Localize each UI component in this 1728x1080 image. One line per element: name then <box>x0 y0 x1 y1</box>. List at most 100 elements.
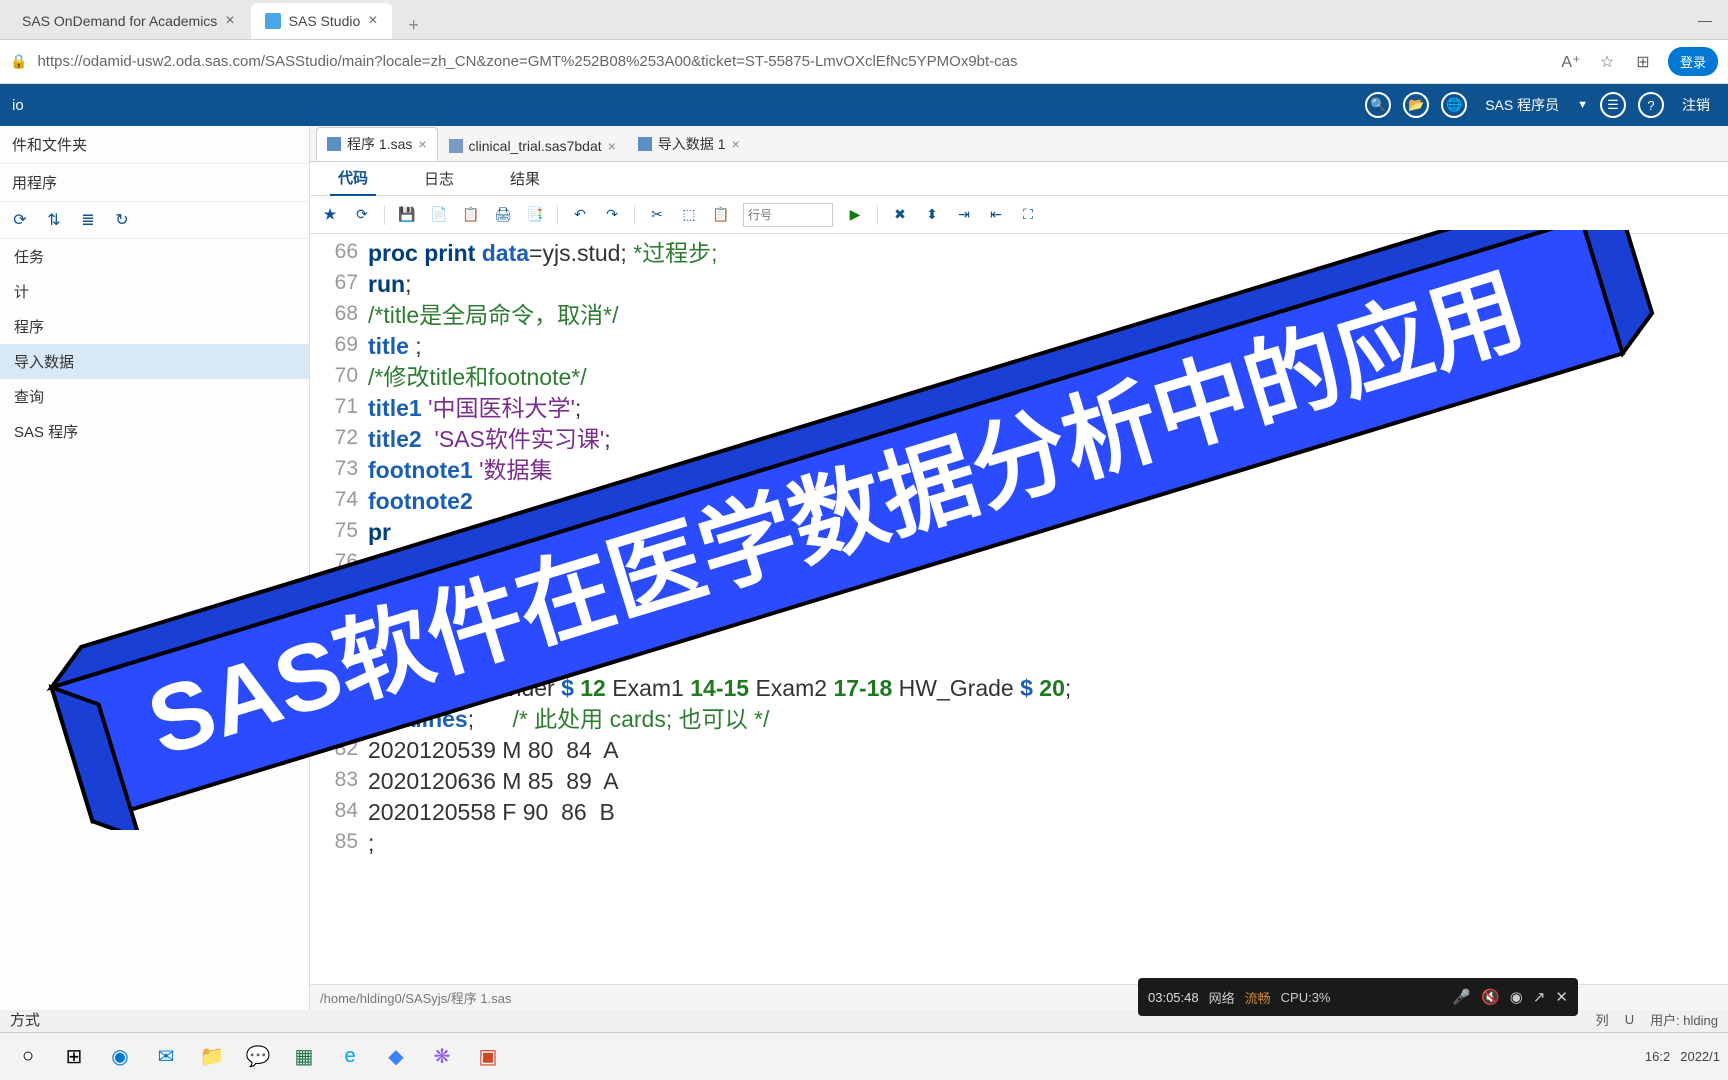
sidebar-item-tasks[interactable]: 任务 <box>0 239 309 274</box>
code-line[interactable]: 75pr <box>310 517 1728 548</box>
search-icon[interactable]: 🔍 <box>1365 92 1391 118</box>
sidebar-item-import[interactable]: 导入数据 <box>0 344 309 379</box>
submit-icon[interactable]: ⟳ <box>352 205 372 225</box>
fullscreen-icon[interactable]: ⛶ <box>1018 205 1038 225</box>
code-line[interactable]: 68/*title是全局命令，取消*/ <box>310 300 1728 331</box>
start-button[interactable]: ○ <box>8 1037 48 1077</box>
redo-icon[interactable]: ↷ <box>602 205 622 225</box>
app-icon-1[interactable]: ◆ <box>376 1037 416 1077</box>
play-icon[interactable]: ▶ <box>845 205 865 225</box>
sidebar-bottom[interactable]: 方式 <box>0 1006 310 1032</box>
app-icon-2[interactable]: ❋ <box>422 1037 462 1077</box>
run-icon[interactable]: ★ <box>320 205 340 225</box>
code-line[interactable]: 822020120539 M 80 84 A <box>310 735 1728 766</box>
format-icon[interactable]: ⬚ <box>679 205 699 225</box>
code-line[interactable]: 832020120636 M 85 89 A <box>310 766 1728 797</box>
expand-icon[interactable]: ↗ <box>1533 988 1546 1006</box>
user-role[interactable]: SAS 程序员 <box>1485 95 1559 115</box>
explorer-icon[interactable]: 📁 <box>192 1037 232 1077</box>
globe-icon[interactable]: 🌐 <box>1441 92 1467 118</box>
undo-icon[interactable]: ↶ <box>570 205 590 225</box>
sub-tab-code[interactable]: 代码 <box>330 161 376 196</box>
minimize-button[interactable]: — <box>1682 0 1728 40</box>
record-icon[interactable]: ◉ <box>1510 988 1523 1006</box>
code-line[interactable]: 85; <box>310 828 1728 859</box>
cut-icon[interactable]: ✂ <box>647 205 667 225</box>
wechat-icon[interactable]: 💬 <box>238 1037 278 1077</box>
line-content[interactable]: footnote1 '数据集 <box>368 455 553 486</box>
help-icon[interactable]: ? <box>1638 92 1664 118</box>
sidebar-item-stats[interactable]: 计 <box>0 274 309 309</box>
close-icon[interactable]: × <box>368 12 377 30</box>
edge-icon[interactable]: ◉ <box>100 1037 140 1077</box>
code-line[interactable]: 67run; <box>310 269 1728 300</box>
powerpoint-icon[interactable]: ▣ <box>468 1037 508 1077</box>
outdent-icon[interactable]: ⇤ <box>986 205 1006 225</box>
signout-link[interactable]: 注销 <box>1682 95 1710 115</box>
code-line[interactable]: 80 Id 1-10 Gender $ 12 Exam1 14-15 Exam2… <box>310 673 1728 704</box>
sidebar-item-programs[interactable]: 程序 <box>0 309 309 344</box>
bookmark-icon[interactable]: ⬍ <box>922 205 942 225</box>
line-content[interactable]: title2 'SAS软件实习课'; <box>368 424 611 455</box>
line-content[interactable]: 2020120558 F 90 86 B <box>368 797 615 828</box>
line-content[interactable] <box>368 642 374 673</box>
line-content[interactable]: footnote2 <box>368 486 473 517</box>
speaker-icon[interactable]: 🔇 <box>1481 988 1500 1006</box>
menu-icon[interactable]: ☰ <box>1600 92 1626 118</box>
code-line[interactable]: 78 <box>310 611 1728 642</box>
new-icon[interactable]: 📋 <box>461 205 481 225</box>
code-line[interactable]: 71title1 '中国医科大学'; <box>310 393 1728 424</box>
saveas-icon[interactable]: 📄 <box>429 205 449 225</box>
line-content[interactable]: title1 '中国医科大学'; <box>368 393 581 424</box>
sub-tab-log[interactable]: 日志 <box>416 162 462 195</box>
line-content[interactable]: proc print data=yjs.stud; *过程步; <box>368 238 718 269</box>
taskbar-date[interactable]: 2022/1 <box>1680 1049 1720 1064</box>
line-content[interactable]: /*修改title和footnote*/ <box>368 362 587 393</box>
close-icon[interactable]: × <box>732 136 740 152</box>
copy-icon[interactable]: 📑 <box>525 205 545 225</box>
line-content[interactable]: ; <box>368 828 374 859</box>
sidebar-item-query[interactable]: 查询 <box>0 379 309 414</box>
filter-icon[interactable]: ⇅ <box>42 208 66 232</box>
line-content[interactable]: 2020120539 M 80 84 A <box>368 735 619 766</box>
new-tab-button[interactable]: + <box>400 11 428 39</box>
favorite-icon[interactable]: ☆ <box>1596 51 1618 73</box>
browser-tab-2[interactable]: SAS Studio × <box>251 3 392 39</box>
line-content[interactable] <box>368 580 374 611</box>
folder-icon[interactable]: 📂 <box>1403 92 1429 118</box>
code-line[interactable]: 77 <box>310 580 1728 611</box>
browser-tab-1[interactable]: SAS OnDemand for Academics × <box>8 3 249 39</box>
mail-icon[interactable]: ✉ <box>146 1037 186 1077</box>
line-content[interactable]: pr <box>368 517 391 548</box>
indent-icon[interactable]: ⇥ <box>954 205 974 225</box>
close-icon[interactable]: × <box>418 136 426 152</box>
clipboard-icon[interactable]: 📋 <box>711 205 731 225</box>
print-icon[interactable]: 🖨 <box>493 205 513 225</box>
clear-icon[interactable]: ✖ <box>890 205 910 225</box>
code-line[interactable]: 74footnote2 <box>310 486 1728 517</box>
collections-icon[interactable]: ⊞ <box>1632 51 1654 73</box>
line-content[interactable]: 2020120636 M 85 89 A <box>368 766 619 797</box>
file-tab-clinical[interactable]: clinical_trial.sas7bdat × <box>438 131 627 161</box>
mic-icon[interactable]: 🎤 <box>1452 988 1471 1006</box>
taskbar-time[interactable]: 16:2 <box>1645 1049 1670 1064</box>
lock-icon[interactable]: 🔒 <box>10 53 27 70</box>
line-content[interactable]: datalines; /* 此处用 cards; 也可以 */ <box>368 704 769 735</box>
close-icon[interactable]: × <box>608 138 616 154</box>
sub-tab-results[interactable]: 结果 <box>502 162 548 195</box>
sidebar-section-files[interactable]: 件和文件夹 <box>0 126 309 164</box>
excel-icon[interactable]: ▦ <box>284 1037 324 1077</box>
code-line[interactable]: 79 <box>310 642 1728 673</box>
ie-icon[interactable]: e <box>330 1037 370 1077</box>
close-video-icon[interactable]: ✕ <box>1555 988 1568 1006</box>
code-line[interactable]: 66proc print data=yjs.stud; *过程步; <box>310 238 1728 269</box>
url-text[interactable]: https://odamid-usw2.oda.sas.com/SASStudi… <box>37 53 1550 70</box>
sidebar-item-sasprog[interactable]: SAS 程序 <box>0 414 309 449</box>
save-icon[interactable]: 💾 <box>397 205 417 225</box>
reader-icon[interactable]: A⁺ <box>1560 51 1582 73</box>
code-line[interactable]: 69title ; <box>310 331 1728 362</box>
login-button[interactable]: 登录 <box>1668 47 1718 76</box>
task-view-icon[interactable]: ⊞ <box>54 1037 94 1077</box>
goto-line-input[interactable] <box>743 203 833 227</box>
line-content[interactable]: title ; <box>368 331 422 362</box>
